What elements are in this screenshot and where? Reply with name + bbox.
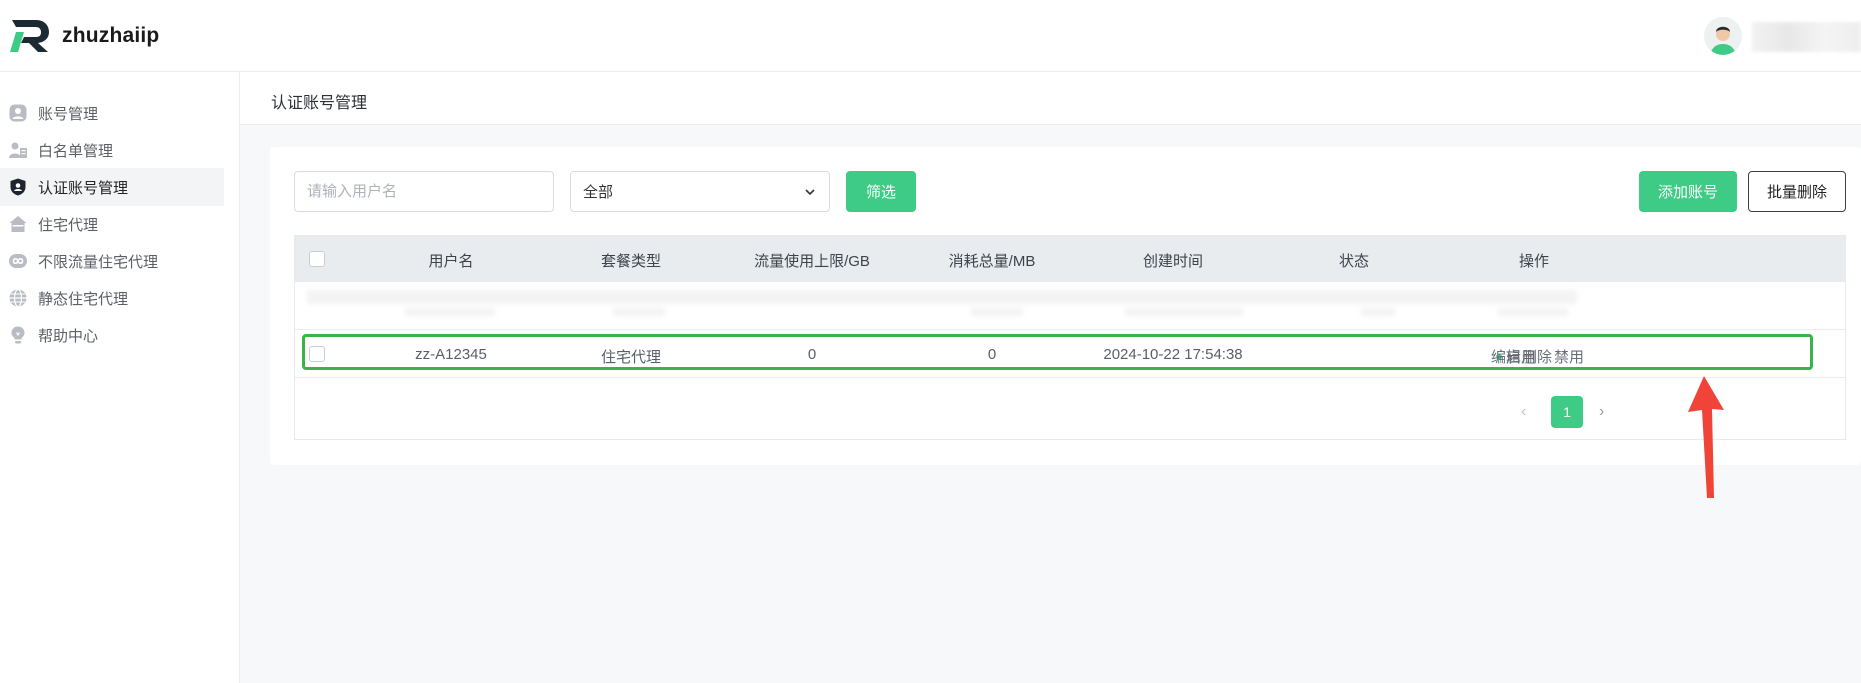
sidebar-item-label: 住宅代理 [38,216,99,234]
globe-icon [9,289,27,307]
user-avatar[interactable] [1704,17,1742,55]
col-username: 用户名 [428,253,474,270]
pagination-prev-icon[interactable]: ‹ [1521,403,1537,420]
sidebar-item-account[interactable]: 账号管理 [0,94,224,132]
sidebar-item-label: 账号管理 [38,105,99,123]
col-created: 创建时间 [1142,253,1204,270]
table-row[interactable]: zz-A12345 住宅代理 0 0 2024-10-22 17:54:38 启… [295,330,1845,378]
house-icon [9,215,27,233]
cell-created: 2024-10-22 17:54:38 [1103,346,1243,363]
table-header: 用户名 套餐类型 流量使用上限/GB 消耗总量/MB 创建时间 状态 操作 [295,236,1845,282]
user-list-icon [9,141,27,159]
row-checkbox[interactable] [309,346,325,362]
shield-user-icon [9,178,27,196]
logo-icon [10,20,49,52]
select-all-checkbox[interactable] [309,251,325,267]
cell-traffic-limit: 0 [807,346,817,363]
edit-link[interactable]: 编辑 [1491,346,1521,367]
col-status: 状态 [1338,253,1370,270]
page-title: 认证账号管理 [271,95,368,112]
sidebar-item-auth-account[interactable]: 认证账号管理 [0,168,224,206]
main-content: 认证账号管理 全部 筛选 添加账号 批量删除 用户名 套餐类型 流量使用上限/G… [240,72,1861,683]
pagination-page-current[interactable]: 1 [1551,396,1583,428]
cell-consumed: 0 [987,346,997,363]
col-plan-type: 套餐类型 [600,253,662,270]
type-select[interactable]: 全部 [570,171,830,212]
top-header: zhuzhaiip [0,0,1861,72]
sidebar-item-help[interactable]: 帮助中心 [0,316,224,354]
filter-button[interactable]: 筛选 [846,171,916,212]
sidebar-item-label: 帮助中心 [38,327,99,345]
sidebar-item-static-residential[interactable]: 静态住宅代理 [0,279,224,317]
type-select-value: 全部 [583,184,614,201]
sidebar-item-label: 静态住宅代理 [38,290,129,308]
sidebar-item-label: 认证账号管理 [38,179,129,197]
infinity-icon [9,252,27,270]
sidebar-item-unlimited-residential[interactable]: 不限流量住宅代理 [0,242,224,280]
sidebar-item-label: 不限流量住宅代理 [38,253,159,271]
account-card: 全部 筛选 添加账号 批量删除 用户名 套餐类型 流量使用上限/GB 消耗总量/… [270,147,1861,465]
sidebar: 账号管理 白名单管理 认证账号管理 住宅代理 不限流量住宅代理 静态住宅代理 帮… [0,72,240,683]
cell-username: zz-A12345 [415,346,487,363]
chevron-down-icon [805,189,815,196]
username-search-input[interactable] [294,171,554,212]
cell-plan-type: 住宅代理 [600,349,662,366]
bulk-delete-button[interactable]: 批量删除 [1748,171,1846,212]
breadcrumb: 认证账号管理 [240,72,1861,125]
col-traffic-limit: 流量使用上限/GB [754,253,870,270]
col-consumed: 消耗总量/MB [948,253,1036,270]
col-actions: 操作 [1518,253,1550,270]
table-row-redacted [295,282,1845,330]
avatar-icon [1704,17,1742,55]
delete-link[interactable]: 删除 [1522,346,1552,367]
brand-name: zhuzhaiip [62,24,160,47]
user-circle-icon [9,104,27,122]
add-account-button[interactable]: 添加账号 [1639,171,1737,212]
sidebar-item-label: 白名单管理 [38,142,114,160]
brand-logo[interactable]: zhuzhaiip [10,18,159,54]
lightbulb-icon [9,326,27,344]
sidebar-item-whitelist[interactable]: 白名单管理 [0,131,224,169]
disable-link[interactable]: 禁用 [1554,346,1584,367]
accounts-table: 用户名 套餐类型 流量使用上限/GB 消耗总量/MB 创建时间 状态 操作 zz… [294,235,1846,440]
pagination-next-icon[interactable]: › [1599,403,1615,420]
sidebar-item-residential[interactable]: 住宅代理 [0,205,224,243]
user-name-redacted[interactable] [1752,22,1861,52]
